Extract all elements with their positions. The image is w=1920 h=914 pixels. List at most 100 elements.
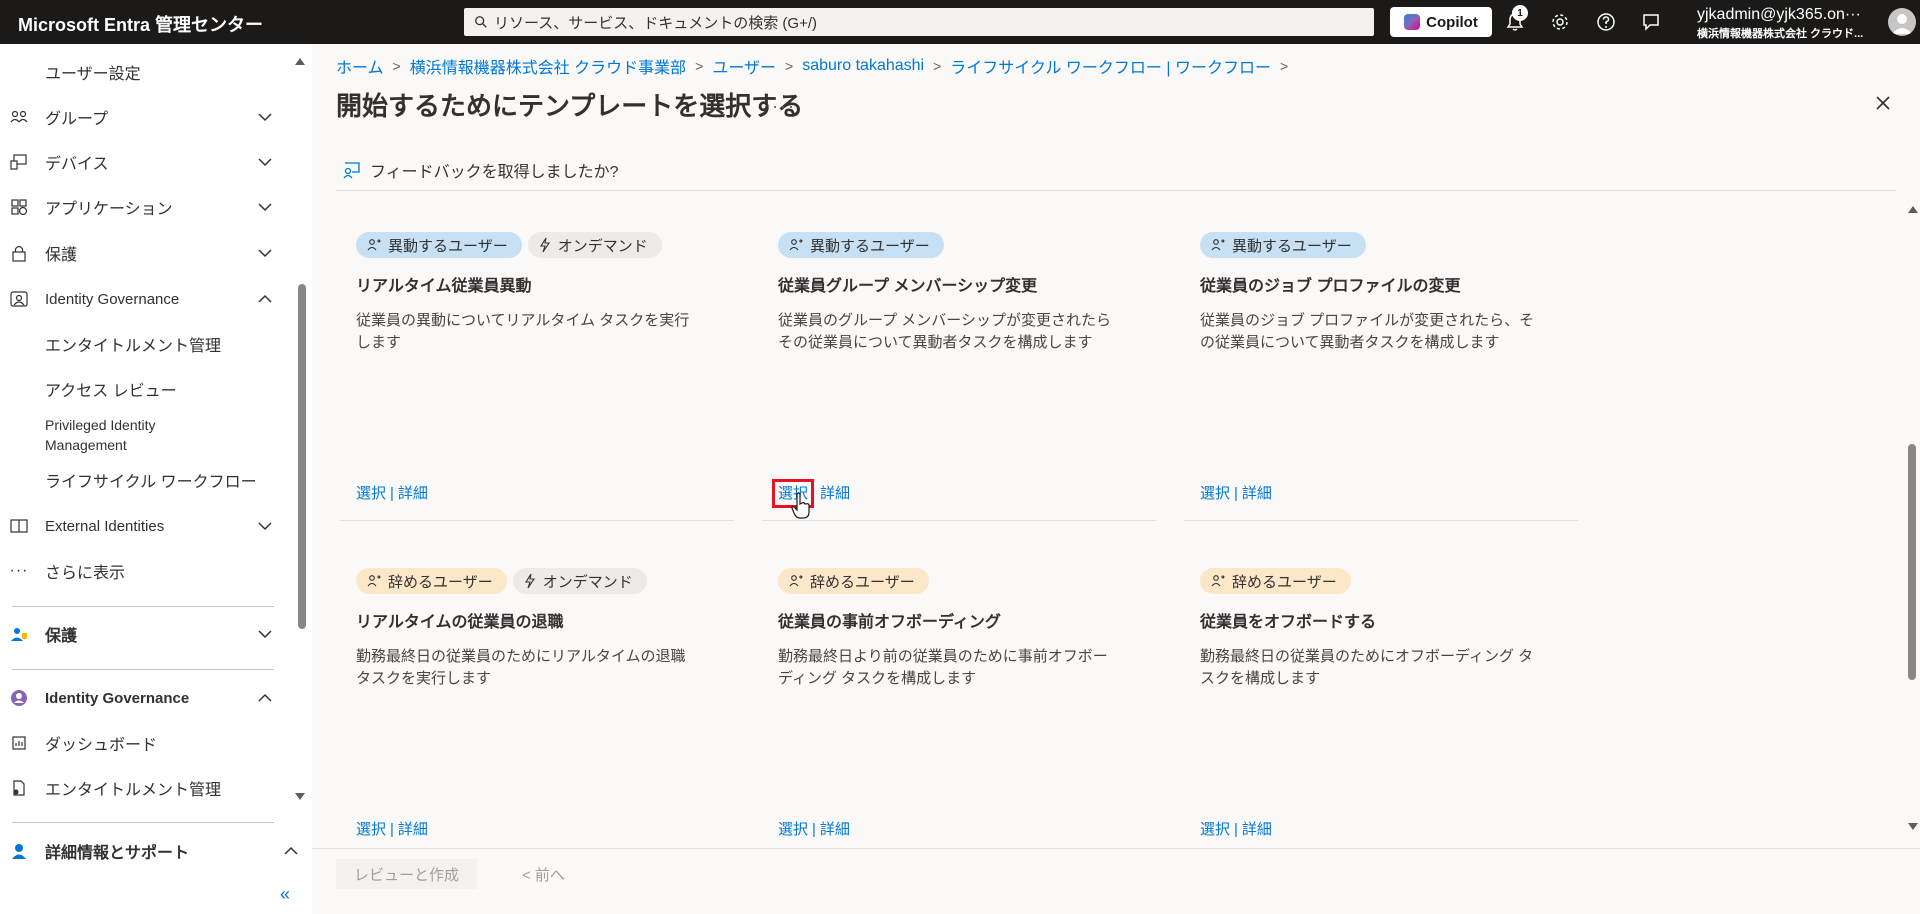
sidebar-item-protection[interactable]: 保護 bbox=[0, 233, 290, 273]
copilot-icon bbox=[1404, 14, 1421, 30]
avatar[interactable] bbox=[1888, 8, 1916, 36]
divider bbox=[336, 190, 1896, 191]
details-link[interactable]: 詳細 bbox=[820, 821, 850, 838]
tag-label: オンデマンド bbox=[542, 573, 633, 591]
user-leave-icon bbox=[367, 575, 381, 587]
sidebar-item-label: デバイス bbox=[45, 156, 109, 173]
feedback-icon[interactable] bbox=[1640, 11, 1662, 33]
more-options-button[interactable]: ··· bbox=[772, 96, 796, 117]
details-link[interactable]: 詳細 bbox=[398, 821, 428, 838]
sidebar-item-label: グループ bbox=[45, 111, 109, 128]
breadcrumb-workflows[interactable]: ライフサイクル ワークフロー | ワークフロー bbox=[950, 54, 1271, 78]
select-link[interactable]: 選択 bbox=[1200, 485, 1230, 502]
separator: | bbox=[812, 821, 816, 838]
tag-label: 異動するユーザー bbox=[1232, 237, 1352, 255]
sidebar-item-user-settings[interactable]: ユーザー設定 bbox=[0, 52, 290, 92]
select-link[interactable]: 選択 bbox=[1200, 821, 1230, 838]
chevron-right-icon: > bbox=[392, 58, 401, 74]
review-create-button[interactable]: レビューと作成 bbox=[336, 859, 478, 889]
help-icon[interactable] bbox=[1595, 11, 1617, 33]
sidebar-item-entitlement[interactable]: エンタイトルメント管理 bbox=[0, 324, 290, 364]
chevron-right-icon: > bbox=[695, 58, 704, 74]
sidebar-item-label: 詳細情報とサポート bbox=[45, 845, 190, 862]
sidebar-item-identity-governance[interactable]: Identity Governance bbox=[0, 279, 290, 319]
collapse-sidebar-icon[interactable]: « bbox=[280, 884, 290, 905]
copilot-button[interactable]: Copilot bbox=[1390, 7, 1492, 37]
sidebar-item-label: Privileged Identity Management bbox=[45, 417, 156, 453]
governance-icon bbox=[8, 687, 30, 709]
page-title: 開始するためにテンプレートを選択する bbox=[336, 91, 804, 121]
sidebar-item-dashboard[interactable]: ダッシュボード bbox=[0, 723, 290, 763]
sidebar-section-protection[interactable]: 保護 bbox=[0, 614, 290, 654]
main-scroll-down-icon[interactable] bbox=[1907, 822, 1919, 832]
sidebar-item-external-identities[interactable]: External Identities bbox=[0, 506, 290, 546]
breadcrumb-users[interactable]: ユーザー bbox=[712, 54, 776, 78]
tag-label: 異動するユーザー bbox=[388, 237, 508, 255]
feedback-person-icon bbox=[343, 162, 360, 179]
sidebar-item-label: External Identities bbox=[45, 517, 165, 535]
sidebar-item-groups[interactable]: グループ bbox=[0, 97, 290, 137]
divider bbox=[12, 606, 274, 607]
sidebar-item-lifecycle-workflows[interactable]: ライフサイクル ワークフロー bbox=[0, 460, 290, 500]
card-actions: 選択 | 詳細 bbox=[356, 818, 428, 839]
sidebar-item-pim[interactable]: Privileged Identity Management bbox=[0, 412, 290, 458]
card-actions: 選択 | 詳細 bbox=[1200, 818, 1272, 839]
footer-bar: レビューと作成 < 前へ bbox=[312, 848, 1920, 914]
main-scrollbar-thumb[interactable] bbox=[1908, 444, 1916, 680]
notification-badge: 1 bbox=[1512, 5, 1528, 21]
divider bbox=[1184, 520, 1578, 521]
sidebar-item-label: 保護 bbox=[45, 247, 78, 264]
chevron-down-icon bbox=[258, 249, 272, 258]
sidebar-item-show-more[interactable]: ··· さらに表示 bbox=[0, 551, 290, 591]
select-link[interactable]: 選択 bbox=[356, 821, 386, 838]
sidebar-item-label: エンタイトルメント管理 bbox=[45, 338, 222, 355]
lightning-icon bbox=[539, 237, 550, 253]
sidebar-item-label: さらに表示 bbox=[45, 565, 126, 582]
sidebar-section-identity-governance[interactable]: Identity Governance bbox=[0, 678, 290, 718]
select-link[interactable]: 選択 bbox=[356, 485, 386, 502]
sidebar: ユーザー設定 グループ デバイス アプリケーション 保護 Identity Go… bbox=[0, 44, 312, 914]
divider bbox=[12, 669, 274, 670]
details-link[interactable]: 詳細 bbox=[1242, 485, 1272, 502]
breadcrumb-tenant[interactable]: 横浜情報機器株式会社 クラウド事業部 bbox=[410, 54, 686, 78]
sidebar-item-applications[interactable]: アプリケーション bbox=[0, 187, 290, 227]
divider bbox=[12, 822, 274, 823]
divider bbox=[340, 520, 734, 521]
portal-brand[interactable]: Microsoft Entra 管理センター bbox=[18, 11, 263, 37]
chevron-down-icon bbox=[258, 158, 272, 167]
card-title: 従業員グループ メンバーシップ変更 bbox=[778, 278, 1038, 295]
card-actions: 選択 | 詳細 bbox=[778, 818, 850, 839]
sidebar-item-label: ユーザー設定 bbox=[45, 66, 141, 83]
user-tenant: 横浜情報機器株式会社 クラウド... bbox=[1697, 28, 1864, 40]
sidebar-scroll-down-icon[interactable] bbox=[294, 792, 306, 802]
sidebar-scroll-up-icon[interactable] bbox=[294, 56, 306, 66]
chevron-up-icon bbox=[284, 846, 298, 855]
sidebar-item-label: アプリケーション bbox=[45, 201, 173, 218]
sidebar-item-access-reviews[interactable]: アクセス レビュー bbox=[0, 369, 290, 409]
main-scroll-up-icon[interactable] bbox=[1907, 204, 1919, 214]
close-icon[interactable] bbox=[1872, 92, 1894, 114]
details-link[interactable]: 詳細 bbox=[1242, 821, 1272, 838]
sidebar-scrollbar-thumb[interactable] bbox=[298, 284, 306, 629]
feedback-link[interactable]: フィードバックを取得しましたか? bbox=[342, 158, 619, 182]
details-link[interactable]: 詳細 bbox=[398, 485, 428, 502]
user-email[interactable]: yjkadmin@yjk365.on··· bbox=[1697, 6, 1882, 24]
search-input[interactable]: リソース、サービス、ドキュメントの検索 (G+/) bbox=[464, 8, 1374, 36]
breadcrumb-home[interactable]: ホーム bbox=[336, 54, 384, 78]
tag-label: 辞めるユーザー bbox=[388, 573, 493, 591]
chevron-down-icon bbox=[258, 113, 272, 122]
separator: | bbox=[390, 485, 394, 502]
select-link[interactable]: 選択 bbox=[778, 821, 808, 838]
sidebar-item-devices[interactable]: デバイス bbox=[0, 142, 290, 182]
chevron-up-icon bbox=[258, 294, 272, 303]
details-link[interactable]: 詳細 bbox=[820, 485, 850, 502]
sidebar-item-entitlement-management[interactable]: エンタイトルメント管理 bbox=[0, 768, 290, 808]
protection-icon bbox=[8, 623, 30, 645]
leaver-tag: 辞めるユーザー bbox=[356, 568, 507, 594]
previous-button[interactable]: < 前へ bbox=[512, 859, 575, 889]
breadcrumb-user[interactable]: saburo takahashi bbox=[802, 57, 924, 75]
sidebar-section-help-support[interactable]: 詳細情報とサポート bbox=[0, 831, 298, 871]
mover-tag: 異動するユーザー bbox=[778, 232, 944, 258]
leaver-tag: 辞めるユーザー bbox=[778, 568, 929, 594]
gear-icon[interactable] bbox=[1549, 11, 1571, 33]
